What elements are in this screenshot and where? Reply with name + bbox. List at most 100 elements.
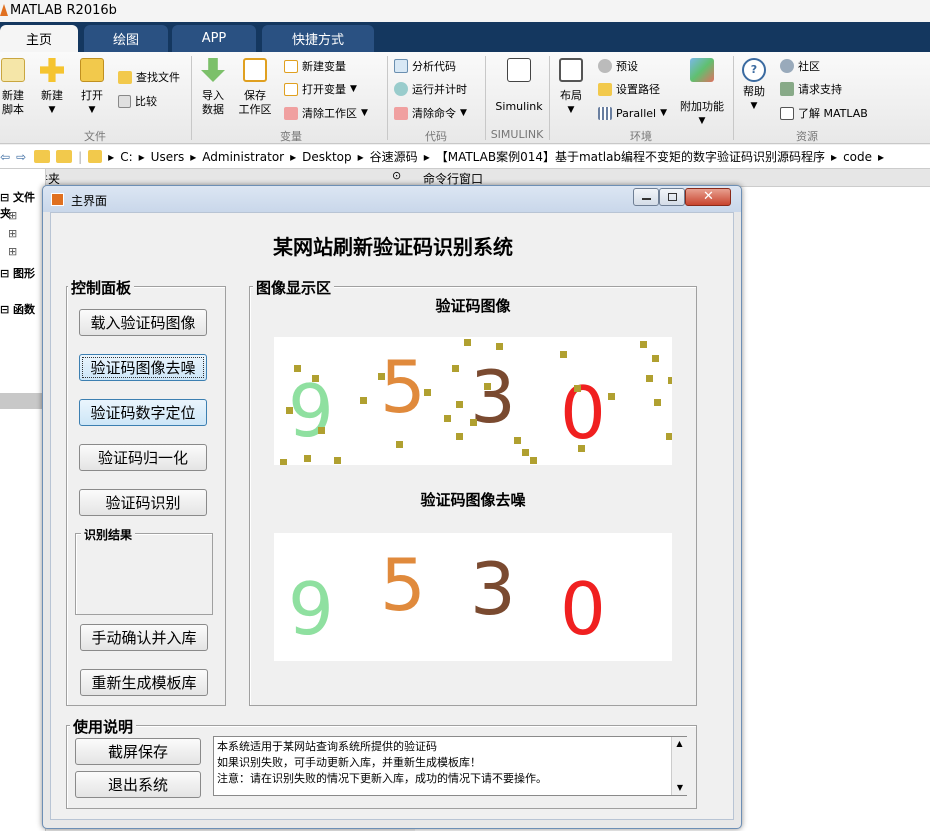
gui-window-titlebar[interactable]: 主界面 ✕ bbox=[43, 186, 741, 212]
find-folder-icon bbox=[118, 70, 132, 84]
new-script-button[interactable]: 新建 脚本 bbox=[0, 58, 26, 117]
import-data-button[interactable]: 导入 数据 bbox=[198, 58, 228, 117]
minimize-button[interactable] bbox=[633, 188, 659, 206]
browse-folder-icon[interactable] bbox=[56, 150, 73, 163]
load-captcha-button[interactable]: 载入验证码图像 bbox=[79, 309, 207, 336]
denoised-image: 9 5 3 0 bbox=[274, 533, 672, 661]
back-icon[interactable]: ⇦ bbox=[0, 150, 10, 164]
request-support-button[interactable]: 请求支持 bbox=[780, 80, 842, 98]
path-segment[interactable]: 【MATLAB案例014】基于matlab编程不变矩的数字验证码识别源码程序 bbox=[436, 148, 825, 165]
new-button[interactable]: 新建 ▼ bbox=[36, 58, 68, 117]
panel-menu-icon[interactable]: ⊙ bbox=[392, 169, 401, 182]
result-label: 识别结果 bbox=[81, 526, 136, 543]
parallel-button[interactable]: Parallel ▼ bbox=[598, 104, 667, 122]
recognize-button[interactable]: 验证码识别 bbox=[79, 489, 207, 516]
tree-node-figures[interactable]: ⊟ 图形 bbox=[0, 265, 35, 281]
set-path-button[interactable]: 设置路径 bbox=[598, 80, 660, 98]
captcha-digit: 5 bbox=[380, 345, 426, 429]
close-button[interactable]: ✕ bbox=[685, 188, 731, 206]
denoised-digit: 5 bbox=[380, 543, 426, 627]
stopwatch-icon bbox=[394, 82, 408, 96]
tree-selected-row[interactable] bbox=[0, 393, 46, 409]
ribbon: 新建 脚本 新建 ▼ 打开 ▼ 查找文件 比较 文件 导入 数据 保存 工作区 … bbox=[0, 52, 930, 144]
tab-apps[interactable]: APP bbox=[172, 25, 256, 52]
control-panel-label: 控制面板 bbox=[68, 277, 135, 298]
find-files-button[interactable]: 查找文件 bbox=[118, 68, 180, 86]
addons-cubes-icon bbox=[690, 58, 714, 82]
denoised-image-title: 验证码图像去噪 bbox=[420, 491, 526, 509]
tab-home[interactable]: 主页 bbox=[0, 25, 78, 52]
help-button[interactable]: ? 帮助 ▼ bbox=[740, 58, 768, 113]
new-script-icon bbox=[1, 58, 25, 82]
tab-shortcuts[interactable]: 快捷方式 bbox=[262, 25, 374, 52]
group-label-code: 代码 bbox=[425, 130, 447, 143]
path-segment[interactable]: Users bbox=[151, 150, 185, 164]
path-segment[interactable]: code bbox=[843, 150, 872, 164]
group-label-file: 文件 bbox=[84, 130, 106, 143]
preferences-button[interactable]: 预设 bbox=[598, 57, 638, 75]
analyze-code-button[interactable]: 分析代码 bbox=[394, 57, 456, 75]
community-icon bbox=[780, 59, 794, 73]
screenshot-save-button[interactable]: 截屏保存 bbox=[75, 738, 201, 765]
close-icon: ✕ bbox=[703, 189, 714, 204]
maximize-button[interactable] bbox=[659, 188, 685, 206]
import-arrow-icon bbox=[201, 58, 225, 82]
group-label-resources: 资源 bbox=[796, 130, 818, 143]
path-segment[interactable]: C: bbox=[120, 150, 132, 164]
folder-icon bbox=[88, 150, 103, 163]
compare-button[interactable]: 比较 bbox=[118, 92, 157, 110]
new-variable-button[interactable]: 新建变量 bbox=[284, 57, 346, 75]
app-title: MATLAB R2016b bbox=[10, 3, 117, 18]
tree-node-folders[interactable]: ⊟ 文件夹 bbox=[0, 189, 45, 221]
regenerate-templates-button[interactable]: 重新生成模板库 bbox=[80, 669, 208, 696]
parallel-icon bbox=[598, 106, 612, 120]
learn-matlab-button[interactable]: 了解 MATLAB bbox=[780, 104, 868, 122]
community-button[interactable]: 社区 bbox=[780, 57, 820, 75]
tree-node-functions[interactable]: ⊟ 函数 bbox=[0, 301, 35, 317]
gear-icon bbox=[598, 59, 612, 73]
usage-label: 使用说明 bbox=[70, 716, 137, 737]
open-button[interactable]: 打开 ▼ bbox=[76, 58, 108, 117]
matlab-figure-icon bbox=[51, 193, 64, 206]
address-bar: ⇦ ⇨ | ▸ C: ▸ Users ▸ Administrator ▸ Des… bbox=[0, 145, 930, 169]
group-label-variable: 变量 bbox=[280, 130, 302, 143]
layout-icon bbox=[559, 58, 583, 82]
usage-scrollbar[interactable]: ▲ ▼ bbox=[671, 737, 687, 795]
denoise-button[interactable]: 验证码图像去噪 bbox=[79, 354, 207, 381]
usage-text: 本系统适用于某网站查询系统所提供的验证码 如果识别失败，可手动更新入库，并重新生… bbox=[217, 740, 547, 785]
captcha-digit: 0 bbox=[560, 371, 606, 455]
clear-commands-button[interactable]: 清除命令 ▼ bbox=[394, 104, 467, 122]
normalize-button[interactable]: 验证码归一化 bbox=[79, 444, 207, 471]
simulink-button[interactable]: Simulink bbox=[490, 58, 548, 114]
app-titlebar: MATLAB R2016b bbox=[0, 0, 930, 22]
open-variable-button[interactable]: 打开变量 ▼ bbox=[284, 80, 357, 98]
layout-button[interactable]: 布局 ▼ bbox=[556, 58, 586, 117]
addons-button[interactable]: 附加功能 ▼ bbox=[678, 58, 726, 128]
folder-tree-panel: ⊟ 文件夹 ⊞ ⊞ ⊞ ⊟ 图形 ⊟ 函数 bbox=[0, 169, 46, 831]
manual-confirm-button[interactable]: 手动确认并入库 bbox=[80, 624, 208, 651]
simulink-icon bbox=[507, 58, 531, 82]
denoised-digit: 0 bbox=[560, 567, 606, 651]
workspace-grid-icon bbox=[243, 58, 267, 82]
folder-icon bbox=[80, 58, 104, 82]
save-workspace-button[interactable]: 保存 工作区 bbox=[236, 58, 274, 117]
path-segment[interactable]: Administrator bbox=[202, 150, 284, 164]
up-folder-icon[interactable] bbox=[34, 150, 51, 163]
denoised-digit: 3 bbox=[470, 547, 516, 631]
locate-digits-button[interactable]: 验证码数字定位 bbox=[79, 399, 207, 426]
page-title: 某网站刷新验证码识别系统 bbox=[273, 235, 513, 259]
run-and-time-button[interactable]: 运行并计时 bbox=[394, 80, 467, 98]
path-segment[interactable]: Desktop bbox=[302, 150, 352, 164]
clear-workspace-button[interactable]: 清除工作区 ▼ bbox=[284, 104, 368, 122]
exit-button[interactable]: 退出系统 bbox=[75, 771, 201, 798]
tab-plots[interactable]: 绘图 bbox=[84, 25, 168, 52]
forward-icon[interactable]: ⇨ bbox=[16, 150, 26, 164]
denoised-digit: 9 bbox=[288, 567, 334, 651]
gui-window-title: 主界面 bbox=[71, 194, 108, 208]
matlab-logo-icon bbox=[0, 4, 8, 16]
path-segment[interactable]: 谷速源码 bbox=[370, 148, 418, 165]
help-icon: ? bbox=[742, 58, 766, 82]
captcha-digit: 9 bbox=[288, 369, 334, 453]
group-label-environment: 环境 bbox=[630, 130, 652, 143]
usage-textbox[interactable]: 本系统适用于某网站查询系统所提供的验证码 如果识别失败，可手动更新入库，并重新生… bbox=[213, 736, 687, 796]
